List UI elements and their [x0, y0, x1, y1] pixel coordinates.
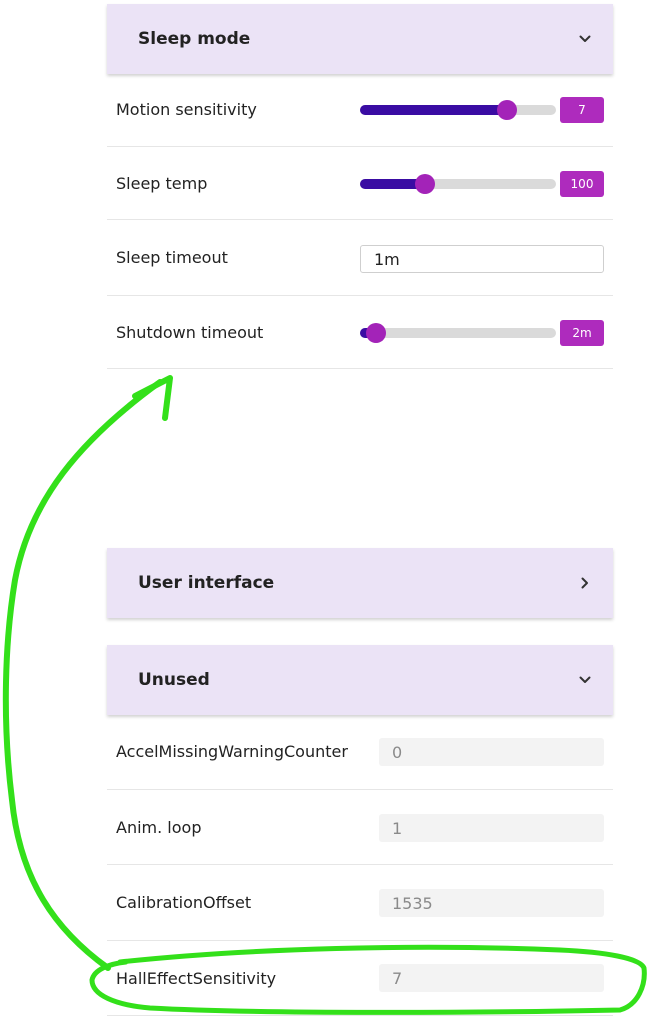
accel-missing-warning-counter-input: 0 [379, 738, 604, 766]
calibration-offset-row: CalibrationOffset 1535 [107, 865, 613, 941]
hall-effect-sensitivity-label: HallEffectSensitivity [116, 969, 277, 988]
sleep-temp-value: 100 [560, 171, 604, 197]
sleep-timeout-input[interactable]: 1m [360, 245, 604, 273]
sleep-temp-label: Sleep temp [116, 174, 208, 193]
chevron-down-icon [577, 672, 593, 688]
user-interface-panel-header[interactable]: User interface [107, 548, 613, 618]
annotation-arrow-head [132, 375, 173, 421]
sleep-timeout-row: Sleep timeout 1m [107, 220, 613, 296]
settings-page: Sleep mode Motion sensitivity 7 Sleep te… [0, 0, 650, 1020]
shutdown-timeout-slider[interactable] [360, 323, 556, 343]
anim-loop-input: 1 [379, 814, 604, 842]
slider-thumb[interactable] [414, 174, 435, 194]
shutdown-timeout-row: Shutdown timeout 2m [107, 296, 613, 369]
accel-missing-warning-counter-row: AccelMissingWarningCounter 0 [107, 715, 613, 790]
calibration-offset-label: CalibrationOffset [116, 893, 252, 912]
accel-missing-warning-counter-label: AccelMissingWarningCounter [116, 742, 348, 761]
hall-effect-sensitivity-row: HallEffectSensitivity 7 [107, 941, 613, 1016]
anim-loop-row: Anim. loop 1 [107, 790, 613, 865]
sleep-mode-title: Sleep mode [138, 29, 251, 49]
motion-sensitivity-label: Motion sensitivity [116, 100, 257, 119]
motion-sensitivity-value: 7 [560, 97, 604, 123]
sleep-timeout-label: Sleep timeout [116, 248, 228, 267]
sleep-temp-slider[interactable] [360, 174, 556, 194]
slider-fill [360, 105, 507, 115]
sleep-mode-panel-header[interactable]: Sleep mode [107, 4, 613, 74]
anim-loop-label: Anim. loop [116, 818, 202, 837]
chevron-right-icon [577, 575, 593, 591]
calibration-offset-input: 1535 [379, 889, 604, 917]
unused-panel-header[interactable]: Unused [107, 645, 613, 715]
chevron-down-icon [577, 31, 593, 47]
unused-title: Unused [138, 670, 210, 690]
hall-effect-sensitivity-input: 7 [379, 964, 604, 992]
user-interface-title: User interface [138, 573, 275, 593]
motion-sensitivity-row: Motion sensitivity 7 [107, 74, 613, 147]
slider-thumb[interactable] [365, 323, 386, 343]
sleep-temp-row: Sleep temp 100 [107, 147, 613, 220]
motion-sensitivity-slider[interactable] [360, 100, 556, 120]
shutdown-timeout-label: Shutdown timeout [116, 323, 264, 342]
slider-thumb[interactable] [497, 100, 517, 120]
shutdown-timeout-value: 2m [560, 320, 604, 346]
